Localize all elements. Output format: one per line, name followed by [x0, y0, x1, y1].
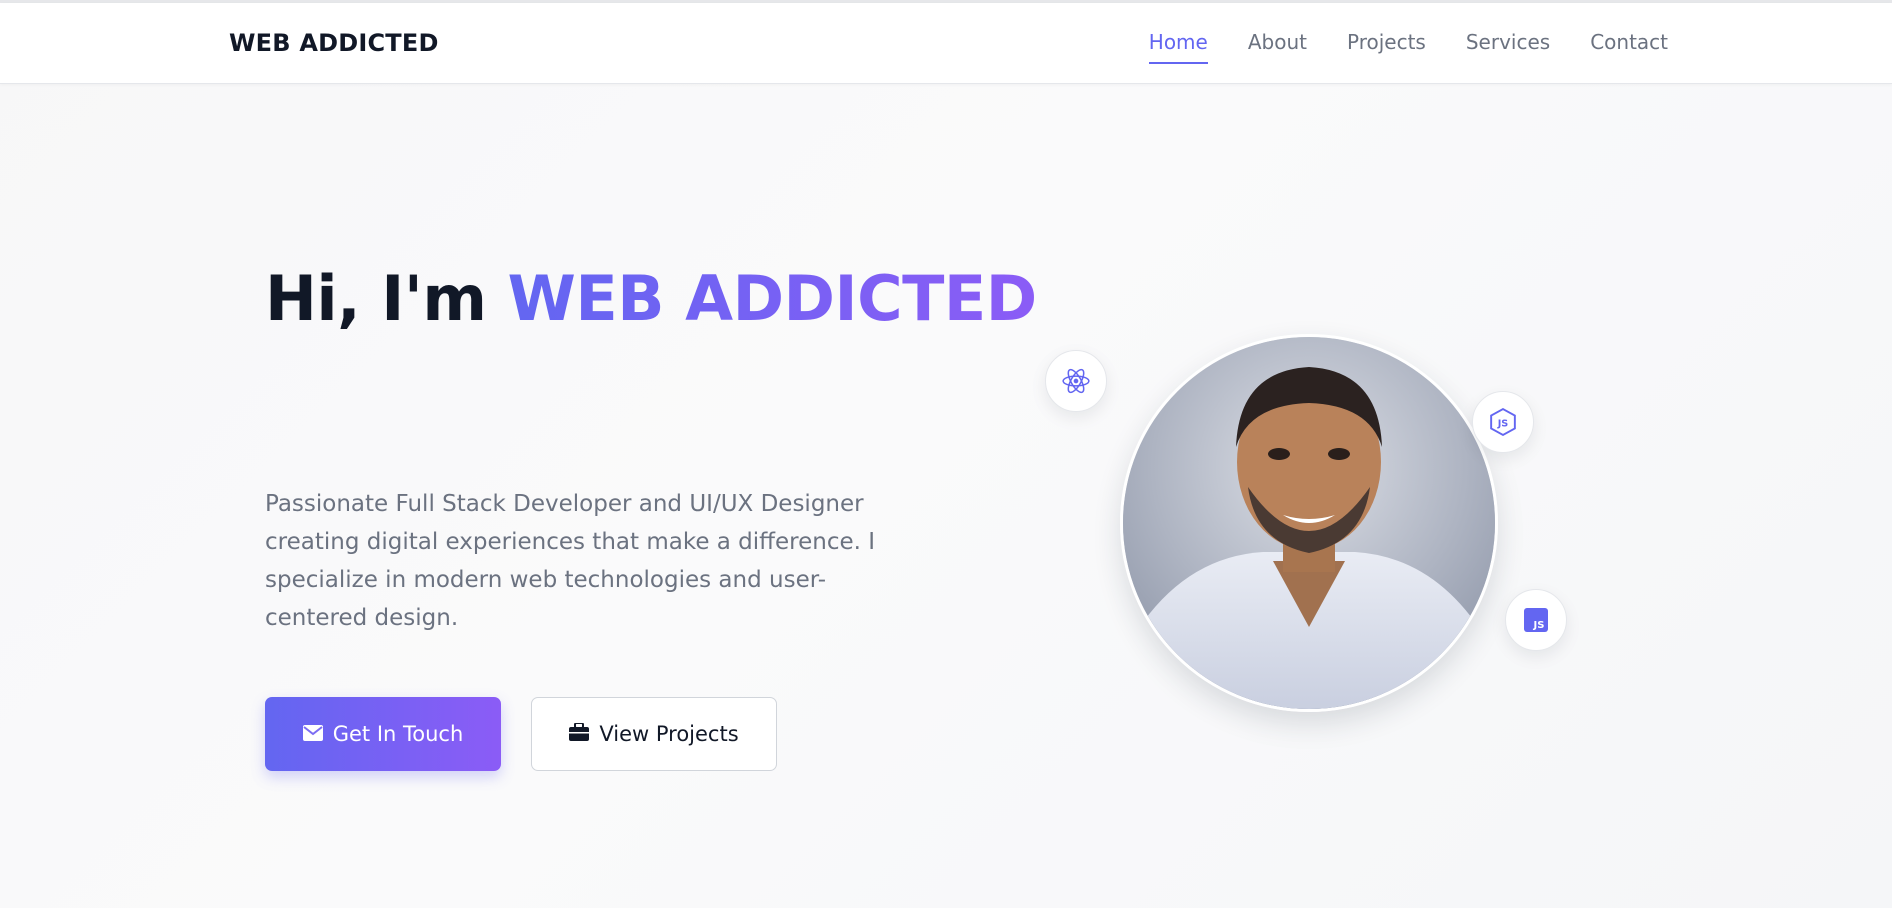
nav-services[interactable]: Services: [1466, 30, 1550, 64]
hero-greeting: Hi, I'm: [265, 262, 487, 335]
profile-portrait: [1123, 337, 1495, 709]
nodejs-icon: JS: [1472, 391, 1534, 453]
svg-text:JS: JS: [1497, 418, 1509, 429]
get-in-touch-label: Get In Touch: [332, 722, 464, 746]
nav-projects[interactable]: Projects: [1347, 30, 1426, 64]
js-badge-text: JS: [1533, 620, 1545, 631]
briefcase-icon: [569, 722, 590, 746]
view-projects-label: View Projects: [599, 722, 739, 746]
javascript-icon: JS: [1505, 589, 1567, 651]
hero-description: Passionate Full Stack Developer and UI/U…: [265, 491, 876, 631]
hero-name: WEB ADDICTED: [507, 262, 1038, 335]
main-nav: Home About Projects Services Contact: [1148, 30, 1668, 64]
nav-home[interactable]: Home: [1148, 30, 1208, 64]
nav-contact[interactable]: Contact: [1590, 30, 1668, 64]
envelope-icon: [302, 722, 323, 746]
nav-about[interactable]: About: [1248, 30, 1307, 64]
hero-heading: Hi, I'm WEB ADDICTED: [265, 262, 1037, 335]
site-header: WEB ADDICTED Home About Projects Service…: [0, 3, 1892, 84]
profile-photo: [1120, 334, 1498, 712]
get-in-touch-button[interactable]: Get In Touch: [265, 697, 501, 771]
brand-logo[interactable]: WEB ADDICTED: [229, 29, 439, 57]
react-icon: [1045, 350, 1107, 412]
view-projects-button[interactable]: View Projects: [531, 697, 777, 771]
